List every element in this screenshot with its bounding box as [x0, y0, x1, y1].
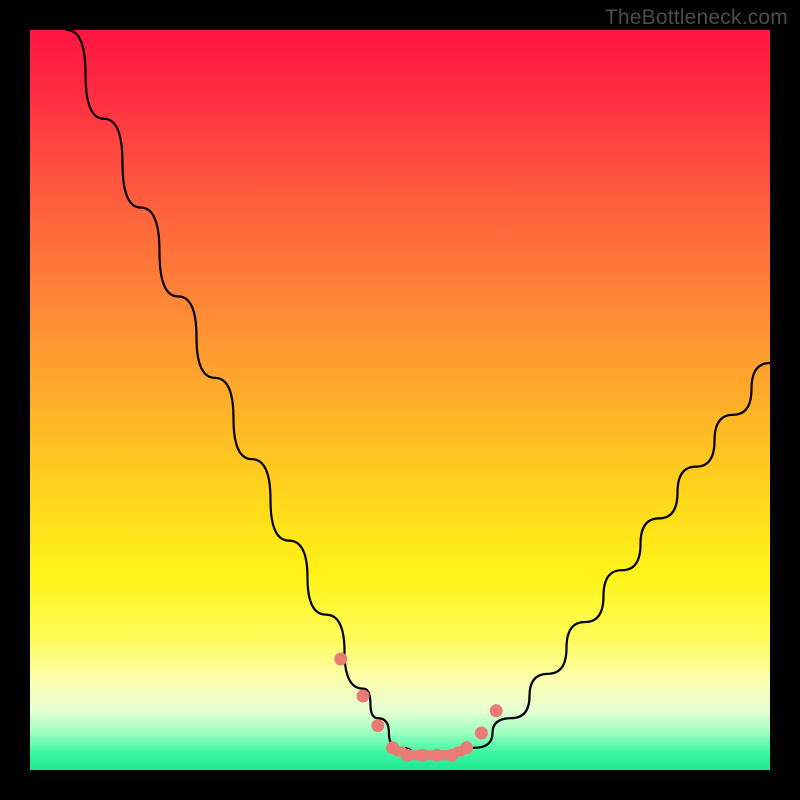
marker-dot — [445, 749, 458, 762]
chart-frame: TheBottleneck.com — [0, 0, 800, 800]
marker-dot — [371, 719, 384, 732]
marker-dot — [490, 704, 503, 717]
marker-dot — [431, 749, 444, 762]
curve-svg — [30, 30, 770, 770]
marker-dot — [401, 749, 414, 762]
marker-group — [334, 653, 502, 762]
marker-dot — [357, 690, 370, 703]
marker-dot — [416, 749, 429, 762]
bottleneck-curve-path — [67, 30, 770, 755]
marker-dot — [475, 727, 488, 740]
marker-dot — [460, 741, 473, 754]
watermark-text: TheBottleneck.com — [605, 6, 788, 30]
plot-area — [30, 30, 770, 770]
marker-dot — [386, 741, 399, 754]
marker-dot — [334, 653, 347, 666]
